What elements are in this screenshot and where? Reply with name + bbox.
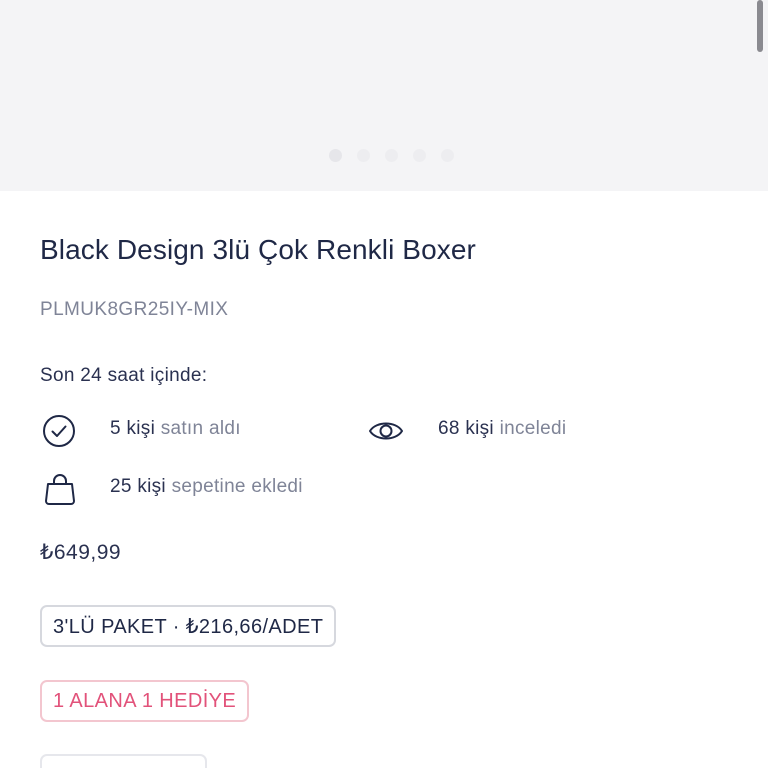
product-sku: PLMUK8GR25IY-MIX [40, 299, 229, 320]
gallery-dot-4[interactable] [412, 149, 426, 162]
check-circle-icon [43, 415, 75, 447]
stat-viewed-count: 68 kişi [438, 418, 494, 439]
stat-viewed-label: inceledi [499, 418, 567, 439]
product-title: Black Design 3lü Çok Renkli Boxer [40, 234, 476, 265]
product-price: ₺649,99 [40, 541, 122, 564]
stat-purchased-label: satın aldı [160, 418, 241, 439]
gallery-dot-2[interactable] [356, 149, 370, 162]
product-page: Black Design 3lü Çok Renkli Boxer PLMUK8… [0, 0, 768, 768]
shopping-bag-icon [45, 474, 75, 505]
eye-icon [369, 422, 403, 440]
pack-tag: 3'LÜ PAKET · ₺216,66/ADET [40, 605, 337, 647]
gift-promo-tag: 1 ALANA 1 HEDİYE [40, 680, 250, 722]
last-24h-label: Son 24 saat içinde: [40, 365, 208, 386]
gallery-dot-1[interactable] [328, 149, 342, 162]
gallery-dot-3[interactable] [384, 149, 398, 162]
gallery-pagination [0, 149, 768, 162]
stat-purchased-count: 5 kişi [110, 418, 156, 439]
gallery-dot-5[interactable] [440, 149, 454, 162]
next-tag [40, 754, 207, 768]
stat-carted-label: sepetine ekledi [171, 476, 303, 497]
product-image-gallery[interactable] [0, 0, 768, 191]
stat-carted-count: 25 kişi [110, 476, 166, 497]
page-scrollbar[interactable] [757, 0, 763, 52]
